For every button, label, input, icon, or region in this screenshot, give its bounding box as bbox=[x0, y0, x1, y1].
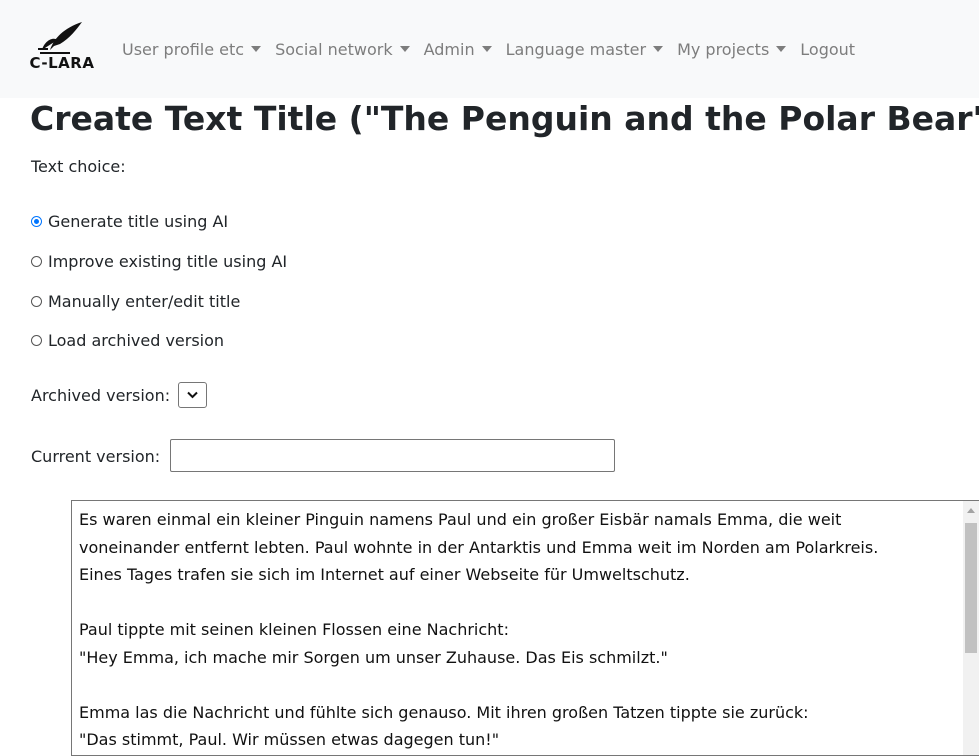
nav-item-my-projects[interactable]: My projects bbox=[677, 37, 787, 61]
nav-item-label: Logout bbox=[800, 39, 856, 59]
caret-down-icon bbox=[481, 46, 492, 52]
nav-item-language-master[interactable]: Language master bbox=[505, 37, 664, 61]
nav-item-logout[interactable]: Logout bbox=[800, 37, 855, 61]
nav-item-social-network[interactable]: Social network bbox=[275, 37, 410, 61]
option-load-archived-version[interactable]: Load archived version bbox=[31, 331, 224, 350]
radio-button[interactable] bbox=[31, 256, 42, 267]
nav-item-admin[interactable]: Admin bbox=[424, 37, 492, 61]
archived-version-label: Archived version: bbox=[31, 386, 171, 405]
current-version-input[interactable] bbox=[170, 439, 615, 472]
archived-version-select[interactable] bbox=[178, 382, 207, 408]
radio-label: Load archived version bbox=[48, 331, 225, 350]
text-line: Eines Tages trafen sie sich im Internet … bbox=[79, 565, 690, 584]
option-generate-title-using-ai[interactable]: Generate title using AI bbox=[31, 212, 228, 231]
navbar: C-LARA User profile etc Social network Adm… bbox=[0, 0, 979, 98]
nav-item-label: Admin bbox=[423, 39, 475, 59]
nav-item-user-profile-etc[interactable]: User profile etc bbox=[122, 37, 262, 61]
nav-item-label: My projects bbox=[677, 39, 770, 59]
radio-button[interactable] bbox=[31, 216, 42, 227]
radio-label: Generate title using AI bbox=[48, 212, 229, 231]
logo-text: C-LARA bbox=[29, 54, 95, 72]
chevron-down-icon bbox=[187, 391, 198, 399]
page-title: Create Text Title ("The Penguin and the … bbox=[30, 99, 979, 138]
text-line: "Hey Emma, ich mache mir Sorgen um unser… bbox=[79, 647, 668, 667]
caret-down-icon bbox=[653, 46, 664, 52]
nav-menu: User profile etc Social network Admin Langu… bbox=[122, 37, 869, 61]
option-manually-enter-edit-title[interactable]: Manually enter/edit title bbox=[31, 292, 240, 311]
caret-down-icon bbox=[251, 46, 262, 52]
text-line: voneinander entfernt lebten. Paul wohnte… bbox=[79, 537, 879, 557]
text-line: Emma las die Nachricht und fühlte sich g… bbox=[79, 702, 809, 722]
textarea-scrollbar[interactable] bbox=[963, 501, 979, 755]
radio-label: Manually enter/edit title bbox=[48, 292, 241, 311]
radio-label: Improve existing title using AI bbox=[48, 252, 288, 271]
nav-item-label: User profile etc bbox=[122, 39, 245, 59]
clara-logo[interactable]: C-LARA bbox=[26, 20, 98, 76]
text-content-area[interactable]: Es waren einmal ein kleiner Pinguin name… bbox=[71, 500, 979, 756]
scrollbar-thumb[interactable] bbox=[965, 523, 977, 653]
text-line: Es waren einmal ein kleiner Pinguin name… bbox=[79, 510, 842, 529]
text-line: "Das stimmt, Paul. Wir müssen etwas dage… bbox=[79, 730, 500, 749]
option-improve-existing-title-using-ai[interactable]: Improve existing title using AI bbox=[31, 252, 287, 271]
nav-item-label: Language master bbox=[505, 39, 647, 59]
radio-button[interactable] bbox=[31, 296, 42, 307]
quill-pen-icon bbox=[38, 22, 82, 54]
scroll-up-arrow-icon[interactable] bbox=[967, 507, 975, 513]
caret-down-icon bbox=[776, 46, 787, 52]
radio-button[interactable] bbox=[31, 335, 42, 346]
text-choice-label: Text choice: bbox=[31, 157, 126, 176]
caret-down-icon bbox=[399, 46, 410, 52]
text-line: Paul tippte mit seinen kleinen Flossen e… bbox=[79, 620, 509, 639]
nav-item-label: Social network bbox=[275, 39, 393, 59]
current-version-label: Current version: bbox=[31, 447, 161, 466]
